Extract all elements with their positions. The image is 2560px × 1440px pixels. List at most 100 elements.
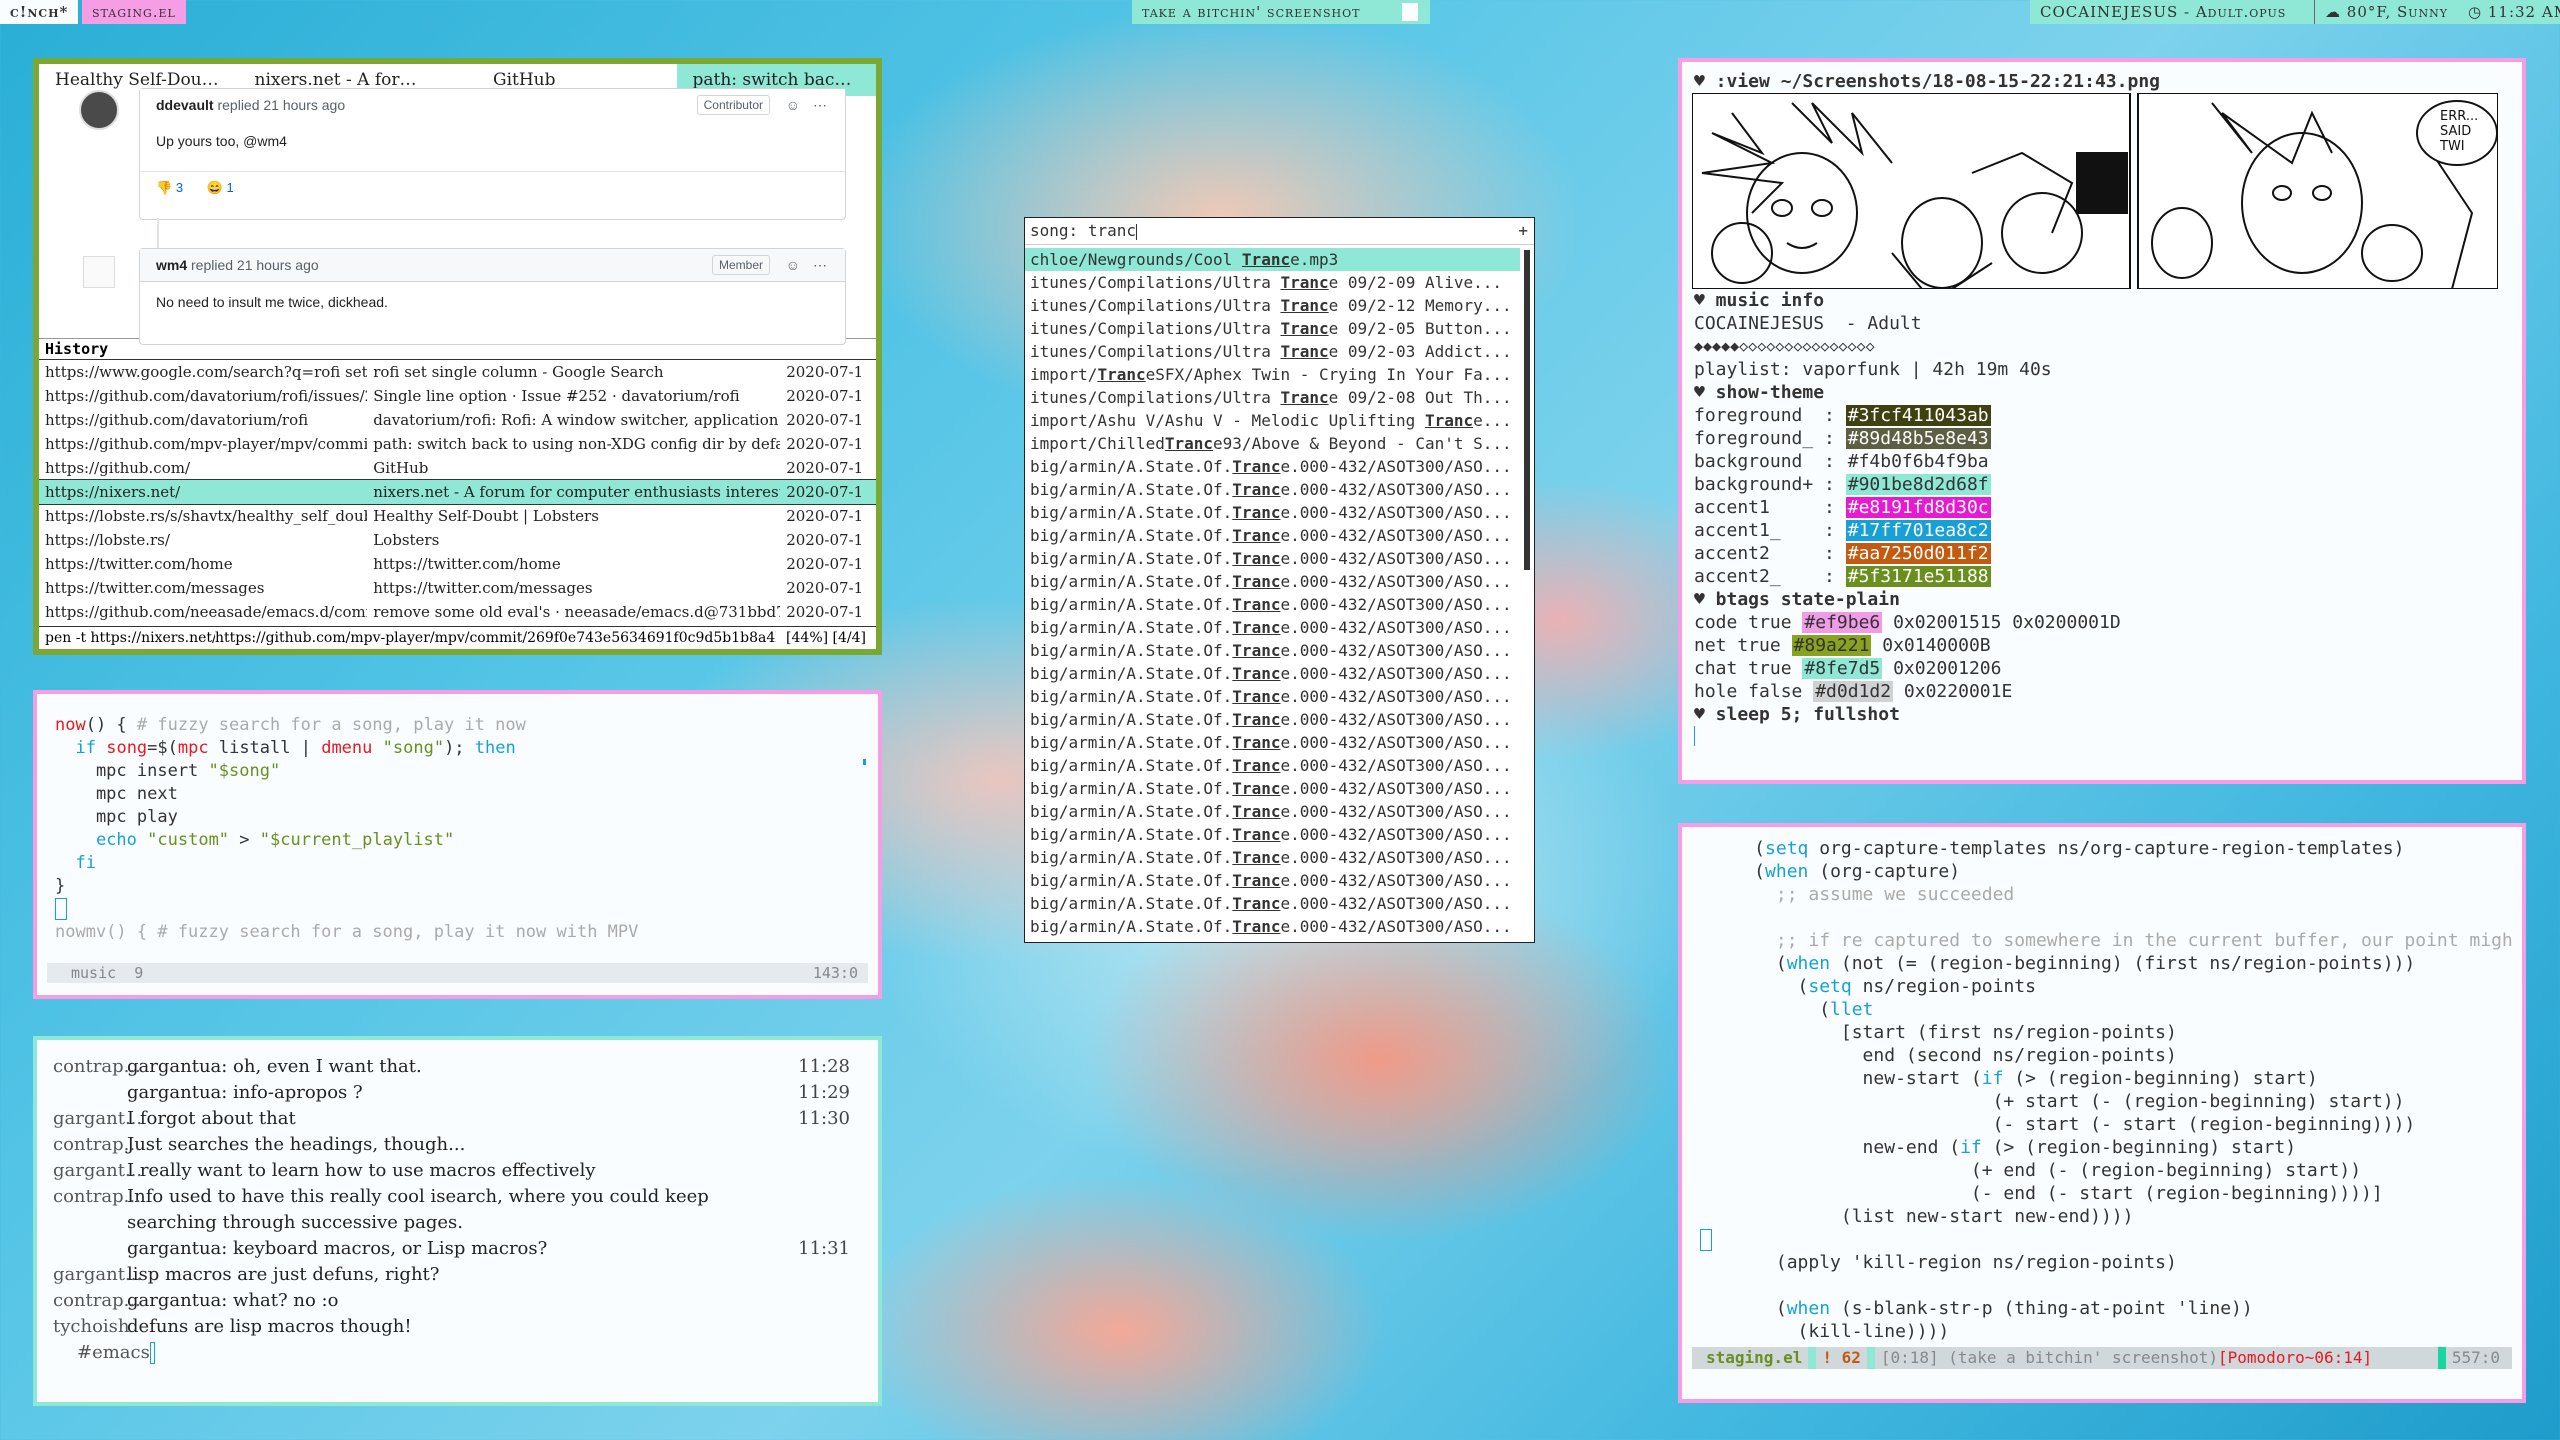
dmenu-result[interactable]: itunes/Compilations/Ultra Trance 09/2-12… [1025, 294, 1520, 317]
result-prefix: import/Chilled [1030, 434, 1165, 453]
dmenu-result[interactable]: big/armin/A.State.Of.Trance.000-432/ASOT… [1025, 869, 1520, 892]
dmenu-launcher[interactable]: song: tranc + chloe/Newgrounds/Cool Tran… [1024, 217, 1535, 943]
avatar[interactable] [79, 90, 119, 130]
smiley-icon[interactable]: ☺ [786, 249, 800, 281]
dmenu-result[interactable]: big/armin/A.State.Of.Trance.000-432/ASOT… [1025, 731, 1520, 754]
modeline-buffer[interactable]: staging.el [1692, 1347, 1808, 1369]
history-row[interactable]: https://github.com/mpv-player/mpv/commit… [39, 432, 876, 456]
message-text: Info used to have this really cool isear… [127, 1186, 709, 1233]
dmenu-result[interactable]: big/armin/A.State.Of.Trance.000-432/ASOT… [1025, 570, 1520, 593]
dmenu-input[interactable]: song: tranc + [1025, 218, 1534, 245]
history-row[interactable]: https://lobste.rs/s/shavtx/healthy_self_… [39, 504, 876, 528]
dmenu-result[interactable]: big/armin/A.State.Of.Trance.000-432/ASOT… [1025, 547, 1520, 570]
result-suffix: e 09/2-12 Memory... [1328, 296, 1512, 315]
dmenu-result[interactable]: import/ChilledTrance93/Above & Beyond - … [1025, 432, 1520, 455]
dmenu-scrollbar[interactable] [1524, 250, 1530, 570]
history-row[interactable]: https://lobste.rs/Lobsters 2020-07-1 [39, 528, 876, 552]
history-row[interactable]: https://github.com/davatorium/rofi/issue… [39, 384, 876, 408]
avatar-broken[interactable] [83, 256, 115, 288]
dmenu-query[interactable]: tranc [1088, 221, 1136, 240]
dmenu-result[interactable]: itunes/Compilations/Ultra Trance 09/2-03… [1025, 340, 1520, 363]
message-text: lisp macros are just defuns, right? [127, 1264, 440, 1285]
dmenu-result[interactable]: big/armin/A.State.Of.Trance.000-432/ASOT… [1025, 639, 1520, 662]
dmenu-result[interactable]: import/TranceSFX/Aphex Twin - Crying In … [1025, 363, 1520, 386]
chat-input[interactable]: #emacs [37, 1340, 878, 1366]
smiley-icon[interactable]: ☺ [786, 89, 800, 121]
shell-statusline: music 9 143:0 [47, 963, 868, 983]
history-row[interactable]: https://twitter.com/home https://twitter.… [39, 552, 876, 576]
dmenu-result[interactable]: big/armin/A.State.Of.Trance.000-432/ASOT… [1025, 892, 1520, 915]
laugh-reaction[interactable]: 😄 1 [207, 180, 234, 195]
shell-code[interactable]: now() { # fuzzy search for a song, play … [37, 694, 878, 964]
dmenu-result[interactable]: big/armin/A.State.Of.Trance.000-432/ASOT… [1025, 846, 1520, 869]
history-row[interactable]: https://github.com/neeasade/emacs.d/comm… [39, 600, 876, 624]
history-date: 2020-07-1 [786, 603, 864, 621]
nick[interactable]: gargant... [53, 1158, 141, 1184]
current-file-label[interactable]: staging.el [82, 0, 186, 24]
history-title-cell: nixers.net - A forum for computer enthus… [373, 483, 780, 501]
dmenu-result[interactable]: big/armin/A.State.Of.Trance.000-432/ASOT… [1025, 662, 1520, 685]
history-title-cell: rofi set single column - Google Search [373, 363, 664, 381]
comment-author[interactable]: wm4 [156, 257, 187, 273]
result-match: Tranc [1232, 710, 1281, 729]
now-playing[interactable]: COCAINEJESUS - Adult.opus [2030, 0, 2334, 24]
result-prefix: big/armin/A.State.Of. [1030, 733, 1233, 752]
result-prefix: big/armin/A.State.Of. [1030, 848, 1233, 867]
message-text: I really want to learn how to use macros… [127, 1160, 596, 1181]
clock: ◷ 11:32 AM [2460, 0, 2560, 24]
browser-window[interactable]: Healthy Self-Doubt | L... nixers.net - A… [33, 58, 882, 655]
nick[interactable]: tychoish [53, 1314, 141, 1340]
nick[interactable]: gargant... [53, 1262, 141, 1288]
nick[interactable]: contrap... [53, 1132, 141, 1158]
dmenu-result-selected[interactable]: chloe/Newgrounds/Cool Trance.mp3 [1025, 248, 1520, 271]
history-row[interactable]: https://twitter.com/messages https://twit… [39, 576, 876, 600]
comment-author[interactable]: ddevault [156, 97, 214, 113]
theme-swatch: #f4b0f6b4f9ba [1847, 451, 1989, 472]
more-icon[interactable]: ⋯ [813, 249, 827, 281]
command-line[interactable]: pen -t https://nixers.net/ https://githu… [39, 626, 876, 649]
theme-key: foreground_ [1694, 428, 1814, 449]
dmenu-result[interactable]: itunes/Compilations/Ultra Trance 09/2-05… [1025, 317, 1520, 340]
thumbs-down-reaction[interactable]: 👎 3 [156, 180, 187, 195]
dmenu-result[interactable]: big/armin/A.State.Of.Trance.000-432/ASOT… [1025, 593, 1520, 616]
history-row-selected[interactable]: https://nixers.net/nixers.net - A forum … [39, 479, 876, 505]
more-icon[interactable]: ⋯ [813, 89, 827, 121]
dmenu-result[interactable]: big/armin/A.State.Of.Trance.000-432/ASOT… [1025, 616, 1520, 639]
dmenu-result[interactable]: big/armin/A.State.Of.Trance.000-432/ASOT… [1025, 915, 1520, 938]
emacs-editor[interactable]: (setq org-capture-templates ns/org-captu… [1678, 823, 2526, 1403]
dmenu-result[interactable]: big/armin/A.State.Of.Trance.000-432/ASOT… [1025, 708, 1520, 731]
dmenu-result[interactable]: big/armin/A.State.Of.Trance.000-432/ASOT… [1025, 777, 1520, 800]
nick[interactable]: contrap... [53, 1054, 141, 1080]
dmenu-result[interactable]: big/armin/A.State.Of.Trance.000-432/ASOT… [1025, 685, 1520, 708]
screenshot-preview[interactable]: ERR... SAID TWI [1691, 92, 2499, 290]
result-suffix: e 09/2-05 Button... [1328, 319, 1512, 338]
history-row[interactable]: https://www.google.com/search?q=rofi set… [39, 360, 876, 384]
dmenu-result[interactable]: big/armin/A.State.Of.Trance.000-432/ASOT… [1025, 455, 1520, 478]
history-row[interactable]: https://github.com/davatorium/rofi davato… [39, 408, 876, 432]
dmenu-result[interactable]: big/armin/A.State.Of.Trance.000-432/ASOT… [1025, 524, 1520, 547]
result-match: Tranc [1232, 871, 1281, 890]
dmenu-result[interactable]: big/armin/A.State.Of.Trance.000-432/ASOT… [1025, 800, 1520, 823]
command-text[interactable]: pen -t https://nixers.net/ [39, 627, 215, 649]
dmenu-result[interactable]: itunes/Compilations/Ultra Trance 09/2-09… [1025, 271, 1520, 294]
history-title-cell: davatorium/rofi: Rofi: A window switcher… [373, 411, 780, 429]
irc-chat[interactable]: contrap... gargantua: oh, even I want tha… [33, 1036, 882, 1406]
emacs-code[interactable]: (setq org-capture-templates ns/org-captu… [1682, 827, 2522, 1343]
nick[interactable]: contrap... [53, 1184, 141, 1210]
workspace-label[interactable]: c!nch* [0, 0, 79, 24]
thumbs-down-icon: 👎 [156, 180, 173, 195]
history-row[interactable]: https://github.com/GitHub 2020-07-1 [39, 456, 876, 480]
dmenu-result[interactable]: big/armin/A.State.Of.Trance.000-432/ASOT… [1025, 478, 1520, 501]
nick[interactable]: contrap... [53, 1288, 141, 1314]
dmenu-result[interactable]: big/armin/A.State.Of.Trance.000-432/ASOT… [1025, 823, 1520, 846]
dmenu-result[interactable]: big/armin/A.State.Of.Trance.000-432/ASOT… [1025, 501, 1520, 524]
shell-editor[interactable]: now() { # fuzzy search for a song, play … [33, 690, 882, 999]
dmenu-result[interactable]: import/Ashu V/Ashu V - Melodic Uplifting… [1025, 409, 1520, 432]
theme-key: accent2_ [1694, 566, 1814, 587]
info-terminal[interactable]: ♥ :view ~/Screenshots/18-08-15-22:21:43.… [1678, 58, 2526, 784]
nick[interactable]: gargant... [53, 1106, 141, 1132]
dmenu-result[interactable]: itunes/Compilations/Ultra Trance 09/2-08… [1025, 386, 1520, 409]
result-prefix: big/armin/A.State.Of. [1030, 526, 1233, 545]
dmenu-result[interactable]: big/armin/A.State.Of.Trance.000-432/ASOT… [1025, 754, 1520, 777]
plus-icon[interactable]: + [1518, 218, 1528, 244]
